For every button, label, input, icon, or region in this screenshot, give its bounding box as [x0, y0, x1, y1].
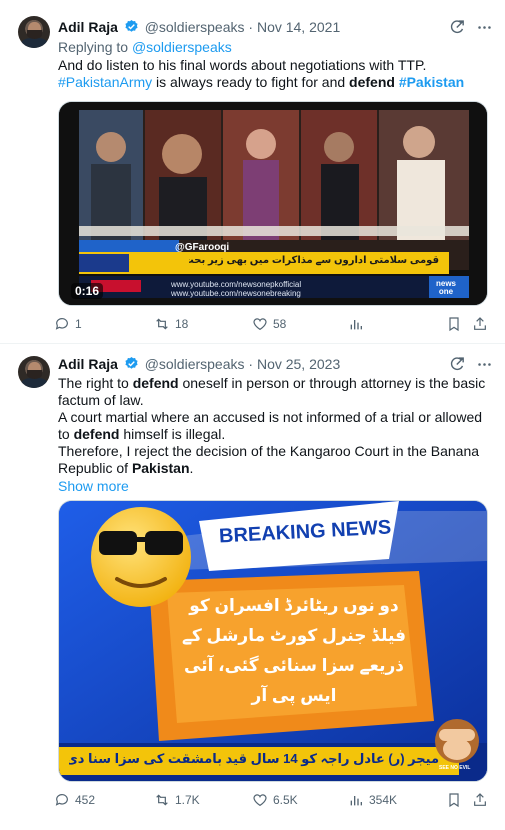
urdu-headline: دو نوں ریٹائرڈ افسران کو فیلڈ جنرل کورٹ …	[179, 591, 409, 711]
author-handle[interactable]: @soldierspeaks	[145, 19, 245, 35]
tweet-date[interactable]: Nov 14, 2021	[257, 19, 340, 35]
repost-icon	[156, 794, 168, 806]
author-name[interactable]: Adil Raja	[58, 19, 118, 35]
views-button[interactable]: 354K	[348, 792, 397, 808]
repost-button[interactable]: 1.7K	[154, 792, 200, 808]
show-more-link[interactable]: Show more	[58, 478, 488, 495]
verified-badge-icon	[125, 19, 138, 32]
hashtag-link[interactable]: #PakistanArmy	[58, 74, 152, 90]
tweet-text-span: is always ready to fight for and	[152, 74, 350, 90]
like-button[interactable]: 6.5K	[252, 792, 298, 808]
tweet-paragraph: The right to defend oneself in person or…	[58, 375, 488, 409]
text-span: himself is illegal.	[119, 426, 226, 442]
dot-separator: ·	[248, 19, 254, 35]
tweet-header: Adil Raja @soldierspeaks · Nov 14, 2021	[58, 18, 340, 36]
like-count: 6.5K	[273, 793, 298, 807]
tweet-card[interactable]: Adil Raja @soldierspeaks · Nov 14, 2021 …	[0, 0, 505, 344]
tweet-text-line: And do listen to his final words about n…	[58, 57, 427, 73]
heart-icon	[253, 794, 267, 807]
tweet-header: Adil Raja @soldierspeaks · Nov 25, 2023	[58, 355, 340, 373]
views-icon	[350, 796, 362, 806]
ticker-url: www.youtube.com/newsonepkofficial	[171, 280, 302, 289]
tweet-image[interactable]: BREAKING NEWS دو نوں ریٹائرڈ افسران کو ف…	[58, 500, 488, 782]
views-count: 354K	[369, 793, 398, 807]
bold-word: defend	[132, 375, 179, 391]
tweet-paragraph: A court martial where an accused is not …	[58, 409, 488, 443]
tweet-paragraph: Therefore, I reject the decision of the …	[58, 443, 488, 477]
urdu-line: دو نوں ریٹائرڈ افسران کو	[189, 596, 399, 615]
ticker-handle: @GFarooqi	[175, 242, 230, 253]
more-options-icon[interactable]	[476, 19, 493, 36]
grok-icon[interactable]	[449, 356, 466, 373]
repost-icon	[156, 318, 168, 330]
bold-word: Pakistan	[131, 460, 190, 476]
reply-count: 1	[75, 317, 82, 331]
dot-separator: ·	[248, 356, 254, 372]
reply-icon	[55, 318, 68, 330]
video-duration: 0:16	[71, 283, 104, 299]
reply-count: 452	[75, 793, 96, 807]
repost-count: 1.7K	[175, 793, 200, 807]
replying-prefix: Replying to	[58, 39, 132, 55]
reply-button[interactable]: 1	[54, 316, 82, 332]
ticker-url: www.youtube.com/newsonebreaking	[171, 289, 301, 298]
like-button[interactable]: 58	[252, 316, 286, 332]
tweet-actions: 452 1.7K 6.5K 354K	[54, 792, 494, 812]
text-span: .	[189, 460, 194, 476]
author-handle[interactable]: @soldierspeaks	[145, 356, 245, 372]
replying-to: Replying to @soldierspeaks	[58, 39, 488, 56]
share-button[interactable]	[472, 316, 488, 332]
bold-word: defend	[73, 426, 120, 442]
views-button[interactable]	[348, 316, 369, 332]
see-no-evil-monkey-icon: SEE NO EVIL	[439, 765, 471, 771]
grok-icon[interactable]	[449, 19, 466, 36]
tweet-actions: 1 18 58	[54, 316, 494, 336]
share-button[interactable]	[472, 792, 488, 808]
bookmark-icon	[449, 793, 459, 808]
reply-button[interactable]: 452	[54, 792, 95, 808]
replying-handle-link[interactable]: @soldierspeaks	[132, 39, 232, 55]
urdu-line: ذریعے سزا سنائی گئی، آئی ایس پی آر	[184, 656, 404, 705]
heart-icon	[253, 318, 267, 331]
author-name[interactable]: Adil Raja	[58, 356, 118, 372]
video-frame	[59, 102, 487, 305]
avatar[interactable]	[18, 16, 50, 48]
more-options-icon[interactable]	[476, 356, 493, 373]
tweet-text: And do listen to his final words about n…	[58, 57, 488, 91]
views-icon	[350, 320, 362, 330]
tweet-top-icons	[449, 356, 493, 373]
urdu-ticker-text: قومی سلامتی اداروں سے مذاکرات میں بھی زی…	[189, 255, 439, 266]
tweet-text: The right to defend oneself in person or…	[58, 375, 488, 495]
repost-button[interactable]: 18	[154, 316, 188, 332]
text-span: The right to	[58, 375, 133, 391]
share-icon	[474, 317, 486, 330]
bookmark-icon	[449, 317, 459, 332]
tweet-top-icons	[449, 19, 493, 36]
urdu-ticker-text: میجر (ر) عادل راجہ کو 14 سال قید بامشقت …	[69, 751, 439, 766]
channel-logo: news one	[435, 279, 456, 296]
verified-badge-icon	[125, 356, 138, 369]
hashtag-link[interactable]: #Pakistan	[399, 74, 464, 90]
bookmark-button[interactable]	[446, 316, 462, 332]
video-player[interactable]: @GFarooqi قومی سلامتی اداروں سے مذاکرات …	[58, 101, 488, 306]
tweet-date[interactable]: Nov 25, 2023	[257, 356, 340, 372]
reply-icon	[55, 794, 68, 806]
repost-count: 18	[175, 317, 189, 331]
tweet-text-line-2: #PakistanArmy is always ready to fight f…	[58, 74, 488, 91]
text-span: Therefore, I reject the decision of the …	[58, 443, 480, 476]
bookmark-button[interactable]	[446, 792, 462, 808]
bold-word: defend	[349, 74, 395, 90]
avatar[interactable]	[18, 356, 50, 388]
urdu-line: فیلڈ جنرل کورٹ مارشل کے	[181, 626, 407, 645]
like-count: 58	[273, 317, 287, 331]
share-icon	[474, 793, 486, 806]
tweet-card[interactable]: Adil Raja @soldierspeaks · Nov 25, 2023 …	[0, 344, 505, 830]
